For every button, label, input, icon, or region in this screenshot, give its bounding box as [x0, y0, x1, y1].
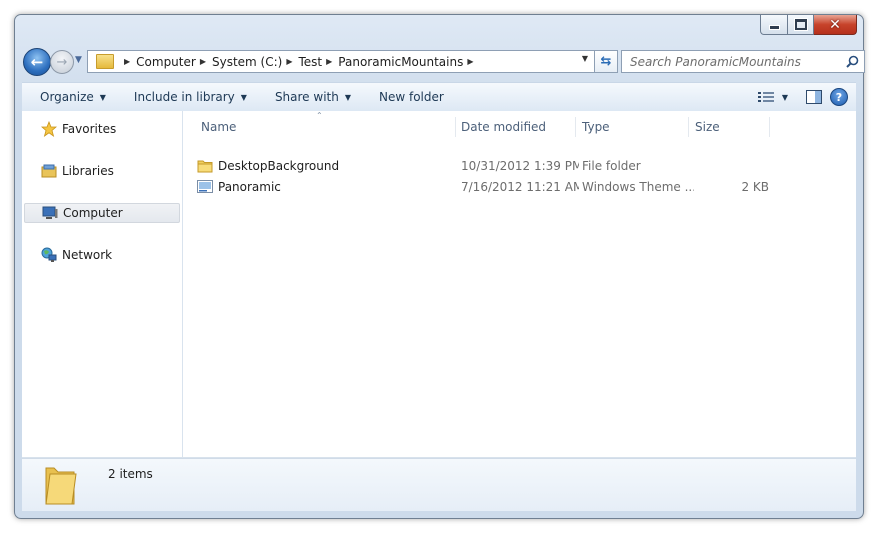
- breadcrumb-test[interactable]: Test: [298, 55, 322, 69]
- network-icon: [40, 247, 58, 263]
- column-header-label: Date modified: [461, 120, 547, 134]
- back-button[interactable]: ←: [23, 48, 51, 76]
- file-name: DesktopBackground: [218, 159, 340, 173]
- large-folder-icon: [42, 464, 78, 509]
- file-type: Windows Theme ...: [582, 180, 694, 194]
- folder-icon: [197, 158, 213, 174]
- content-area: Favorites Libraries Computer Network ⌃ N…: [22, 111, 856, 458]
- chevron-down-icon: ▼: [99, 92, 106, 102]
- chevron-down-icon: ▼: [344, 92, 351, 102]
- breadcrumb-separator-icon[interactable]: ▶: [326, 57, 332, 66]
- share-with-button[interactable]: Share with ▼: [257, 86, 361, 108]
- preview-pane-icon[interactable]: [806, 90, 822, 104]
- organize-label: Organize: [40, 90, 94, 104]
- explorer-window: ✕ ← → ▼ ▶ Computer ▶ System (C:) ▶ Test …: [14, 14, 865, 519]
- share-with-label: Share with: [274, 90, 339, 104]
- help-icon[interactable]: ?: [830, 88, 848, 106]
- file-name: Panoramic: [218, 180, 281, 194]
- minimize-button[interactable]: [760, 15, 788, 35]
- file-date: 7/16/2012 11:21 AM: [461, 180, 579, 194]
- column-header-name[interactable]: Name: [195, 117, 456, 137]
- star-icon: [40, 121, 58, 137]
- libraries-icon: [40, 163, 58, 179]
- close-icon: ✕: [829, 16, 841, 33]
- address-bar[interactable]: ▶ Computer ▶ System (C:) ▶ Test ▶ Panora…: [87, 50, 595, 73]
- refresh-button[interactable]: ⇆: [595, 50, 618, 73]
- details-pane: 2 items: [22, 458, 856, 511]
- column-header-label: Name: [201, 120, 237, 134]
- recent-pages-dropdown[interactable]: ▼: [75, 55, 82, 65]
- view-options-dropdown-icon[interactable]: ▼: [782, 93, 788, 102]
- refresh-icon: ⇆: [600, 54, 612, 69]
- new-folder-button[interactable]: New folder: [361, 86, 454, 108]
- file-size: 2 KB: [741, 180, 769, 194]
- theme-file-icon: [197, 179, 213, 195]
- nav-item-label: Favorites: [62, 122, 117, 136]
- file-size: [697, 156, 769, 176]
- breadcrumb-separator-icon[interactable]: ▶: [124, 57, 130, 66]
- column-header-date-modified[interactable]: Date modified: [455, 117, 576, 137]
- new-folder-label: New folder: [379, 90, 444, 104]
- nav-item-label: Computer: [63, 206, 123, 220]
- file-name-cell: DesktopBackground: [197, 156, 437, 176]
- command-bar: Organize ▼ Include in library ▼ Share with…: [22, 82, 856, 112]
- address-dropdown-icon[interactable]: ▼: [582, 54, 588, 63]
- item-count: 2 items: [108, 467, 153, 481]
- column-header-size[interactable]: Size: [689, 117, 770, 137]
- breadcrumb-separator-icon[interactable]: ▶: [286, 57, 292, 66]
- maximize-button[interactable]: [788, 15, 814, 35]
- breadcrumb-separator-icon[interactable]: ▶: [200, 57, 206, 66]
- navigation-row: ← → ▼ ▶ Computer ▶ System (C:) ▶ Test ▶ …: [23, 46, 865, 76]
- nav-item-label: Libraries: [62, 164, 114, 178]
- search-icon[interactable]: [840, 55, 864, 68]
- chevron-down-icon: ▼: [240, 92, 247, 102]
- nav-item-libraries[interactable]: Libraries: [24, 161, 180, 181]
- file-list: ⌃ Name Date modified Type Size DesktopBa…: [183, 111, 856, 457]
- change-view-icon[interactable]: [757, 91, 774, 103]
- column-header-label: Type: [582, 120, 610, 134]
- file-row[interactable]: DesktopBackground 10/31/2012 1:39 PM Fil…: [183, 156, 856, 176]
- search-input[interactable]: [622, 53, 840, 70]
- file-name-cell: Panoramic: [197, 177, 437, 197]
- caption-buttons: ✕: [760, 15, 857, 35]
- file-row[interactable]: Panoramic 7/16/2012 11:21 AM Windows The…: [183, 177, 856, 197]
- nav-item-computer[interactable]: Computer: [24, 203, 180, 223]
- file-date: 10/31/2012 1:39 PM: [461, 159, 579, 173]
- breadcrumb-separator-icon[interactable]: ▶: [467, 57, 473, 66]
- maximize-icon: [794, 19, 807, 30]
- search-box: [621, 50, 865, 73]
- breadcrumb-panoramicmountains[interactable]: PanoramicMountains: [338, 55, 463, 69]
- forward-button[interactable]: →: [50, 50, 74, 74]
- nav-item-network[interactable]: Network: [24, 245, 180, 265]
- computer-icon: [41, 205, 59, 221]
- include-in-library-label: Include in library: [133, 90, 235, 104]
- back-arrow-icon: ←: [30, 53, 44, 71]
- organize-button[interactable]: Organize ▼: [22, 86, 116, 108]
- column-header-label: Size: [695, 120, 720, 134]
- forward-arrow-icon: →: [56, 54, 68, 70]
- nav-item-favorites[interactable]: Favorites: [24, 119, 180, 139]
- breadcrumb-system-c[interactable]: System (C:): [212, 55, 282, 69]
- include-in-library-button[interactable]: Include in library ▼: [116, 86, 257, 108]
- breadcrumb-computer[interactable]: Computer: [136, 55, 196, 69]
- navigation-pane: Favorites Libraries Computer Network: [22, 111, 183, 457]
- minimize-icon: [768, 25, 780, 30]
- file-type: File folder: [582, 159, 641, 173]
- address-folder-icon: [96, 54, 114, 69]
- close-button[interactable]: ✕: [814, 15, 857, 35]
- column-header-type[interactable]: Type: [576, 117, 689, 137]
- nav-item-label: Network: [62, 248, 113, 262]
- command-bar-right: ▼ ?: [757, 88, 856, 106]
